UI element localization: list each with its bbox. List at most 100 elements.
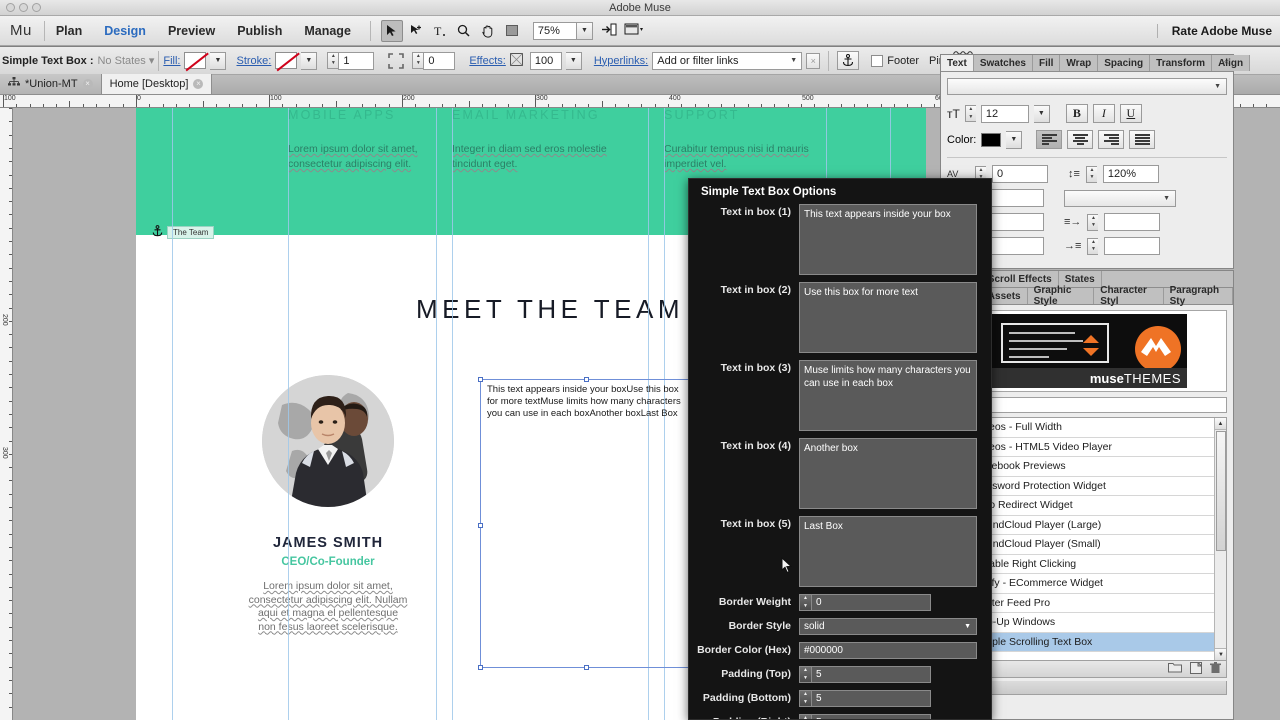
resize-handle-s[interactable] bbox=[584, 665, 589, 670]
crop-tool-icon[interactable] bbox=[405, 20, 427, 42]
page-title[interactable]: MEET THE TEAM bbox=[416, 294, 684, 325]
underline-button[interactable]: U bbox=[1119, 104, 1142, 123]
corner-radius-value[interactable]: 0 bbox=[423, 51, 456, 70]
chevron-down-icon[interactable]: ▼ bbox=[1163, 195, 1170, 202]
hyperlinks-label[interactable]: Hyperlinks: bbox=[594, 55, 648, 67]
menu-item-manage[interactable]: Manage bbox=[293, 16, 362, 46]
stroke-swatch[interactable] bbox=[275, 52, 298, 69]
page-anchor-the-team[interactable]: The Team bbox=[152, 225, 215, 240]
tab-spacing[interactable]: Spacing bbox=[1098, 55, 1151, 71]
arrange-windows-icon[interactable] bbox=[624, 22, 644, 39]
padding-right-input[interactable]: 5 bbox=[811, 714, 931, 719]
opacity-value[interactable]: 100 bbox=[529, 51, 562, 70]
collapse-panel-icon[interactable]: « bbox=[1224, 56, 1229, 66]
align-left-icon[interactable] bbox=[1036, 130, 1063, 149]
close-icon[interactable]: × bbox=[82, 79, 93, 89]
align-center-icon[interactable] bbox=[1067, 130, 1094, 149]
anchor-icon[interactable] bbox=[837, 51, 860, 70]
leading-stepper[interactable]: ▲ ▼ bbox=[1085, 165, 1097, 183]
corner-style-icon[interactable] bbox=[388, 52, 405, 69]
align-justify-icon[interactable] bbox=[1129, 130, 1156, 149]
service-email-marketing[interactable]: EMAIL MARKETING Integer in diam sed eros… bbox=[452, 108, 617, 172]
new-folder-icon[interactable] bbox=[1168, 662, 1182, 677]
border-style-select[interactable]: solid ▼ bbox=[799, 618, 977, 635]
effects-icon[interactable] bbox=[509, 52, 523, 69]
menu-item-plan[interactable]: Plan bbox=[45, 16, 93, 46]
tab-transform[interactable]: Transform bbox=[1150, 55, 1213, 71]
hyperlink-input[interactable]: Add or filter links ▼ bbox=[652, 51, 803, 70]
stepper-arrows[interactable]: ▲ ▼ bbox=[412, 51, 424, 69]
fill-swatch[interactable] bbox=[184, 52, 207, 69]
chevron-down-icon[interactable]: ▼ bbox=[1214, 83, 1221, 90]
leading-value[interactable]: 120% bbox=[1102, 165, 1159, 183]
tab-fill[interactable]: Fill bbox=[1032, 55, 1061, 71]
resize-handle-w[interactable] bbox=[478, 523, 483, 528]
menu-item-preview[interactable]: Preview bbox=[157, 16, 226, 46]
tab-text[interactable]: Text bbox=[941, 55, 974, 71]
color-chevron-down-icon[interactable]: ▼ bbox=[1006, 130, 1023, 149]
selected-text-box[interactable]: This text appears inside your boxUse thi… bbox=[478, 377, 694, 670]
scrollbar-thumb[interactable] bbox=[1216, 431, 1226, 551]
simple-text-box-options-dialog[interactable]: Simple Text Box Options Text in box (1) … bbox=[688, 178, 992, 720]
padding-top-stepper[interactable]: ▲ ▼ bbox=[799, 666, 811, 683]
corner-radius-stepper[interactable]: ▲ ▼ 0 bbox=[412, 51, 456, 70]
avatar[interactable] bbox=[262, 375, 394, 507]
close-icon[interactable]: × bbox=[193, 79, 204, 89]
padding-bottom-input[interactable]: 5 bbox=[811, 690, 931, 707]
footer-checkbox[interactable] bbox=[871, 54, 884, 67]
chevron-down-icon[interactable]: ▼ bbox=[964, 623, 971, 630]
border-weight-stepper[interactable]: ▲ ▼ bbox=[799, 594, 811, 611]
font-size-chevron-down-icon[interactable]: ▼ bbox=[1033, 104, 1050, 123]
zoom-level-value[interactable]: 75% bbox=[532, 21, 577, 40]
resize-handle-n[interactable] bbox=[584, 377, 589, 382]
doc-tab-home-desktop[interactable]: Home [Desktop] × bbox=[101, 74, 213, 94]
list-scrollbar[interactable]: ▲ ▼ bbox=[1214, 418, 1226, 660]
stroke-weight-stepper[interactable]: ▲ ▼ 1 bbox=[327, 51, 375, 70]
doc-tab-union-mt[interactable]: *Union-MT × bbox=[0, 74, 102, 94]
border-weight-input[interactable]: 0 bbox=[811, 594, 931, 611]
bold-button[interactable]: B bbox=[1065, 104, 1088, 123]
rectangle-tool-icon[interactable] bbox=[501, 20, 523, 42]
stroke-weight-value[interactable]: 1 bbox=[338, 51, 375, 70]
indent-stepper[interactable]: ▲ ▼ bbox=[1087, 213, 1099, 231]
scroll-down-icon[interactable]: ▼ bbox=[1215, 648, 1226, 660]
service-support[interactable]: SUPPORT Curabitur tempus nisi id mauris … bbox=[664, 108, 824, 172]
fill-label[interactable]: Fill: bbox=[163, 55, 180, 67]
text-color-swatch[interactable] bbox=[981, 132, 1002, 147]
text-in-box-4-input[interactable]: Another box bbox=[799, 438, 977, 509]
scroll-up-icon[interactable]: ▲ bbox=[1215, 418, 1226, 430]
new-item-icon[interactable] bbox=[1190, 660, 1203, 677]
border-color-input[interactable]: #000000 bbox=[799, 642, 977, 659]
new-page-icon[interactable] bbox=[601, 22, 618, 40]
text-in-box-2-input[interactable]: Use this box for more text bbox=[799, 282, 977, 353]
stroke-chevron-down-icon[interactable]: ▼ bbox=[301, 51, 318, 70]
text-in-box-1-input[interactable]: This text appears inside your box bbox=[799, 204, 977, 275]
menu-item-design[interactable]: Design bbox=[93, 16, 157, 46]
font-family-select[interactable]: ▼ bbox=[947, 78, 1227, 95]
clear-hyperlink-button[interactable]: × bbox=[806, 52, 821, 69]
selection-tool-icon[interactable] bbox=[380, 19, 403, 42]
tab-paragraph-style[interactable]: Paragraph Sty bbox=[1163, 285, 1233, 307]
tab-wrap[interactable]: Wrap bbox=[1060, 55, 1099, 71]
rate-adobe-muse-button[interactable]: Rate Adobe Muse bbox=[1156, 16, 1272, 46]
padding-top-input[interactable]: 5 bbox=[811, 666, 931, 683]
align-right-icon[interactable] bbox=[1098, 130, 1125, 149]
font-size-value[interactable]: 12 bbox=[980, 104, 1029, 123]
chevron-down-icon[interactable]: ▼ bbox=[790, 57, 797, 64]
paragraph-style-select[interactable]: ▼ bbox=[1064, 189, 1176, 207]
opacity-chevron-down-icon[interactable]: ▼ bbox=[565, 51, 582, 70]
member-name[interactable]: JAMES SMITH bbox=[262, 535, 394, 551]
tab-character-style[interactable]: Character Styl bbox=[1094, 285, 1164, 307]
zoom-control[interactable]: 75% ▼ bbox=[532, 21, 593, 40]
indent-value[interactable] bbox=[1104, 213, 1161, 231]
states-dropdown[interactable]: No States ▾ bbox=[97, 54, 154, 67]
tab-graphic-style[interactable]: Graphic Style bbox=[1027, 285, 1095, 307]
tab-align[interactable]: Align bbox=[1212, 55, 1251, 71]
zoom-tool-icon[interactable] bbox=[453, 20, 475, 42]
hand-tool-icon[interactable] bbox=[477, 20, 499, 42]
resize-handle-sw[interactable] bbox=[478, 665, 483, 670]
menu-item-publish[interactable]: Publish bbox=[226, 16, 293, 46]
resize-handle-nw[interactable] bbox=[478, 377, 483, 382]
tab-swatches[interactable]: Swatches bbox=[973, 55, 1033, 71]
tracking-value[interactable]: 0 bbox=[992, 165, 1048, 183]
